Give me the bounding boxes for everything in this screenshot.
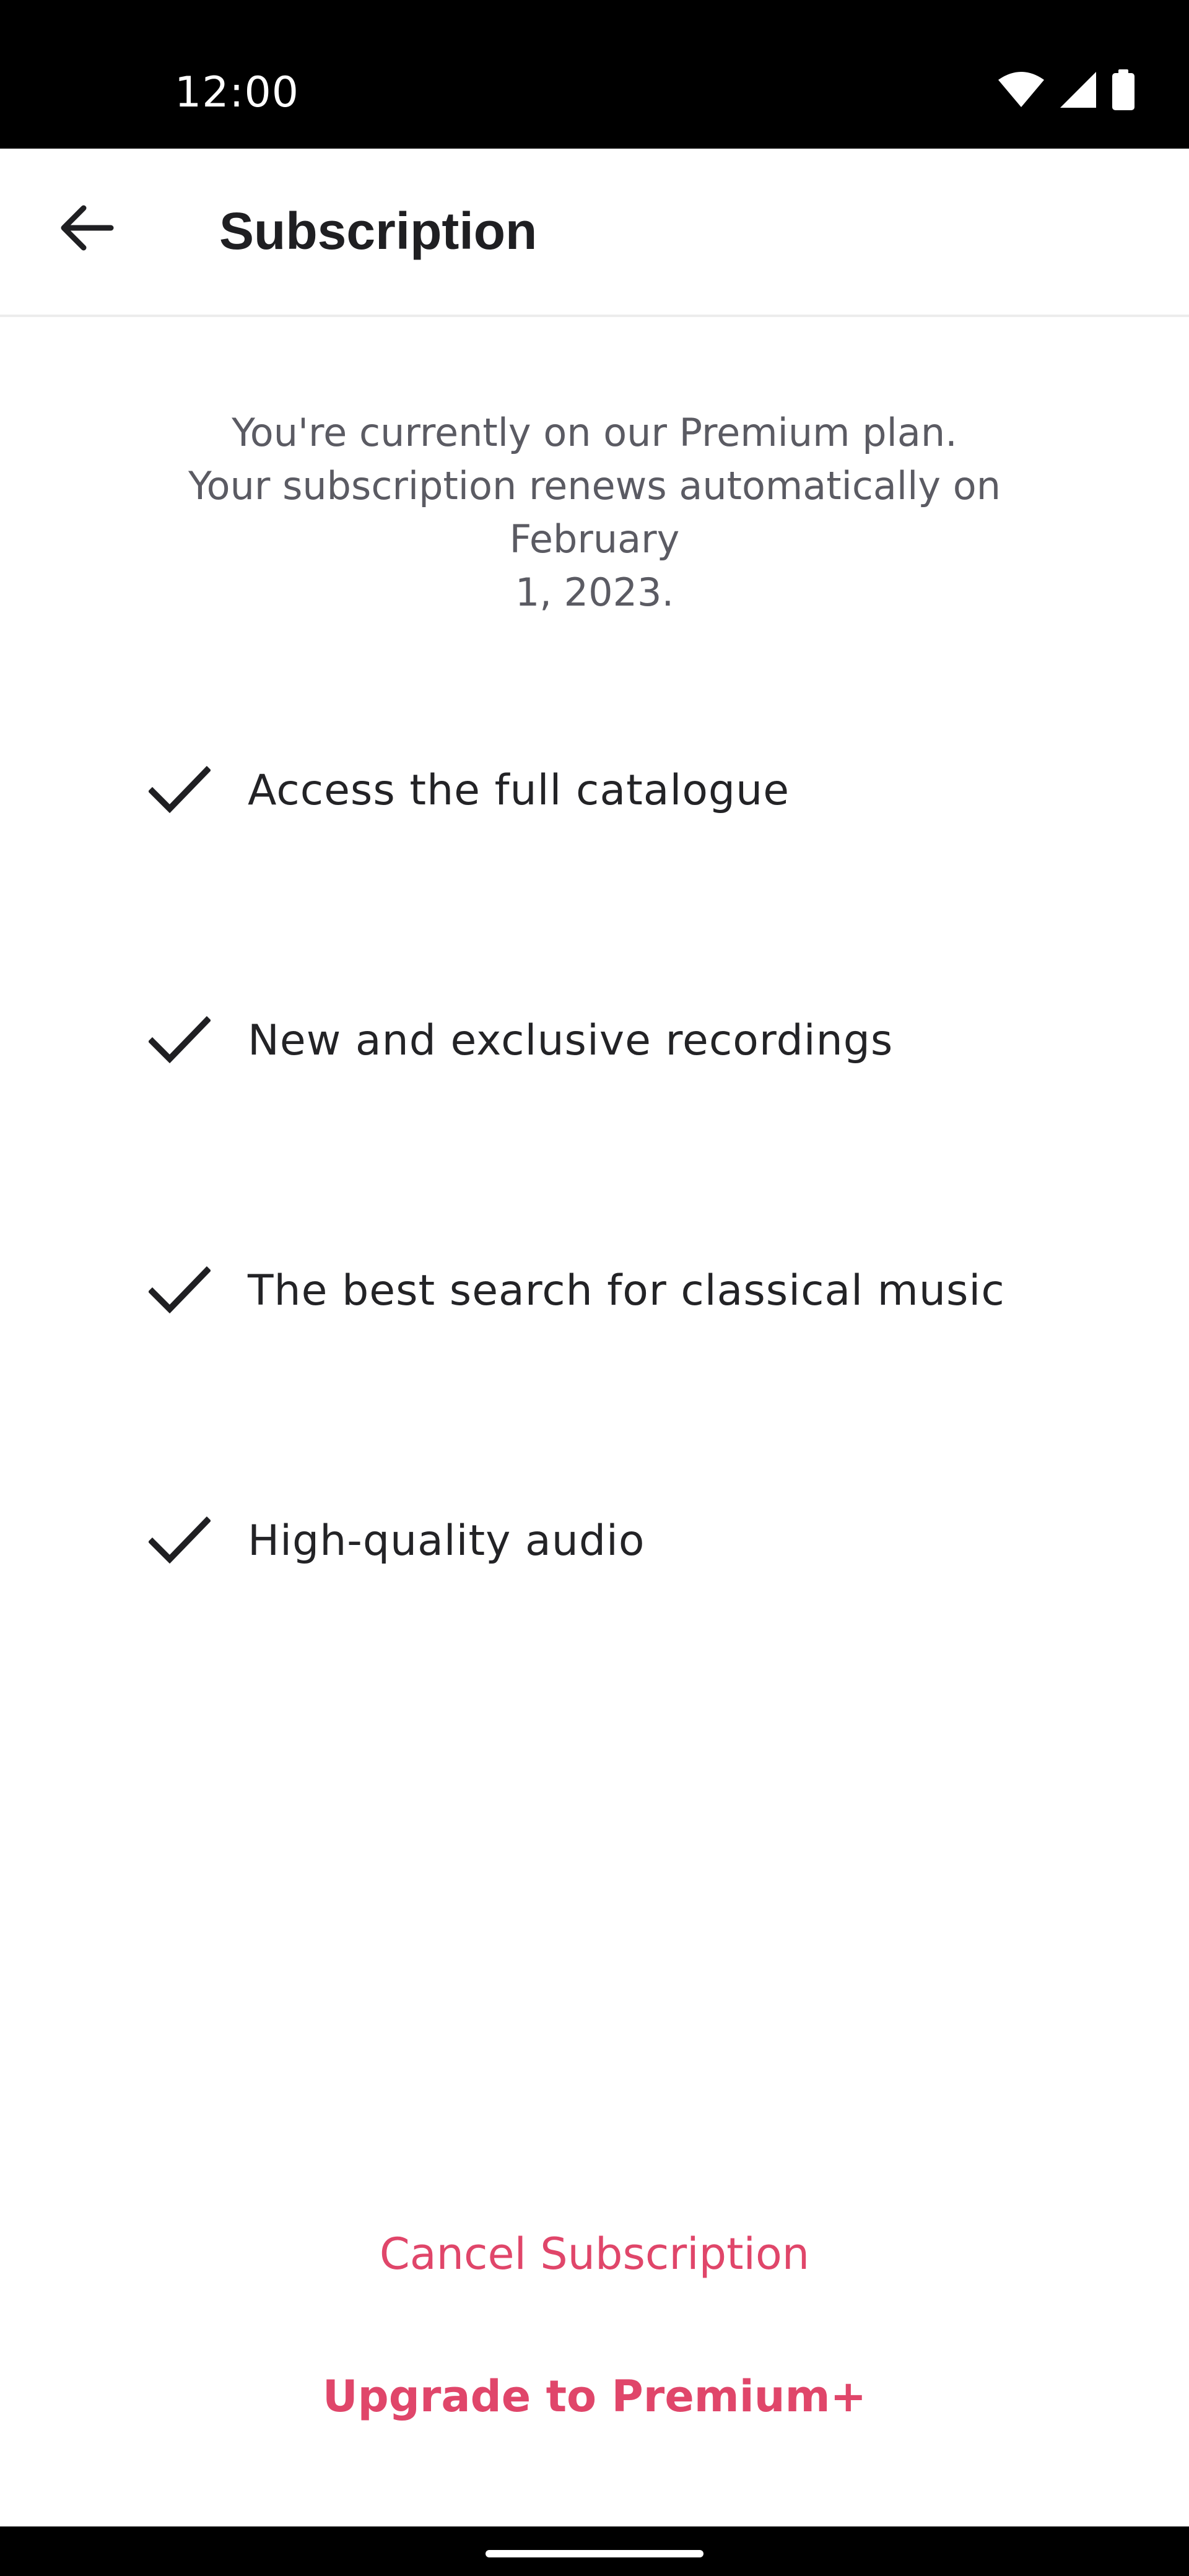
feature-item: The best search for classical music — [149, 1253, 1115, 1328]
feature-label: Access the full catalogue — [248, 765, 790, 815]
plan-line-1: You're currently on our Premium plan. — [232, 410, 957, 455]
feature-label: High-quality audio — [248, 1516, 645, 1565]
feature-label: New and exclusive recordings — [248, 1016, 894, 1065]
check-icon — [149, 1003, 217, 1077]
upgrade-premium-plus-button[interactable]: Upgrade to Premium+ — [0, 2365, 1189, 2427]
plan-description: You're currently on our Premium plan. Yo… — [99, 406, 1090, 619]
home-indicator[interactable] — [486, 2550, 703, 2557]
feature-item: Access the full catalogue — [149, 753, 1115, 827]
battery-icon — [1111, 69, 1136, 110]
plan-line-2: Your subscription renews automatically o… — [188, 463, 1001, 562]
status-icons — [997, 68, 1136, 111]
signal-icon — [1059, 71, 1097, 109]
wifi-icon — [997, 71, 1045, 108]
plan-line-3: 1, 2023. — [515, 570, 674, 615]
check-icon — [149, 753, 217, 827]
feature-item: High-quality audio — [149, 1503, 1115, 1578]
feature-label: The best search for classical music — [248, 1266, 1005, 1315]
status-time: 12:00 — [175, 68, 299, 117]
check-icon — [149, 1253, 217, 1328]
page-title: Subscription — [219, 202, 538, 260]
status-bar: 12:00 — [0, 0, 1189, 149]
back-button[interactable] — [43, 186, 130, 272]
arrow-left-icon — [59, 203, 115, 255]
app-bar: Subscription — [0, 149, 1189, 317]
check-icon — [149, 1503, 217, 1578]
feature-item: New and exclusive recordings — [149, 1003, 1115, 1077]
navigation-bar — [0, 2526, 1189, 2576]
cancel-subscription-button[interactable]: Cancel Subscription — [0, 2223, 1189, 2285]
